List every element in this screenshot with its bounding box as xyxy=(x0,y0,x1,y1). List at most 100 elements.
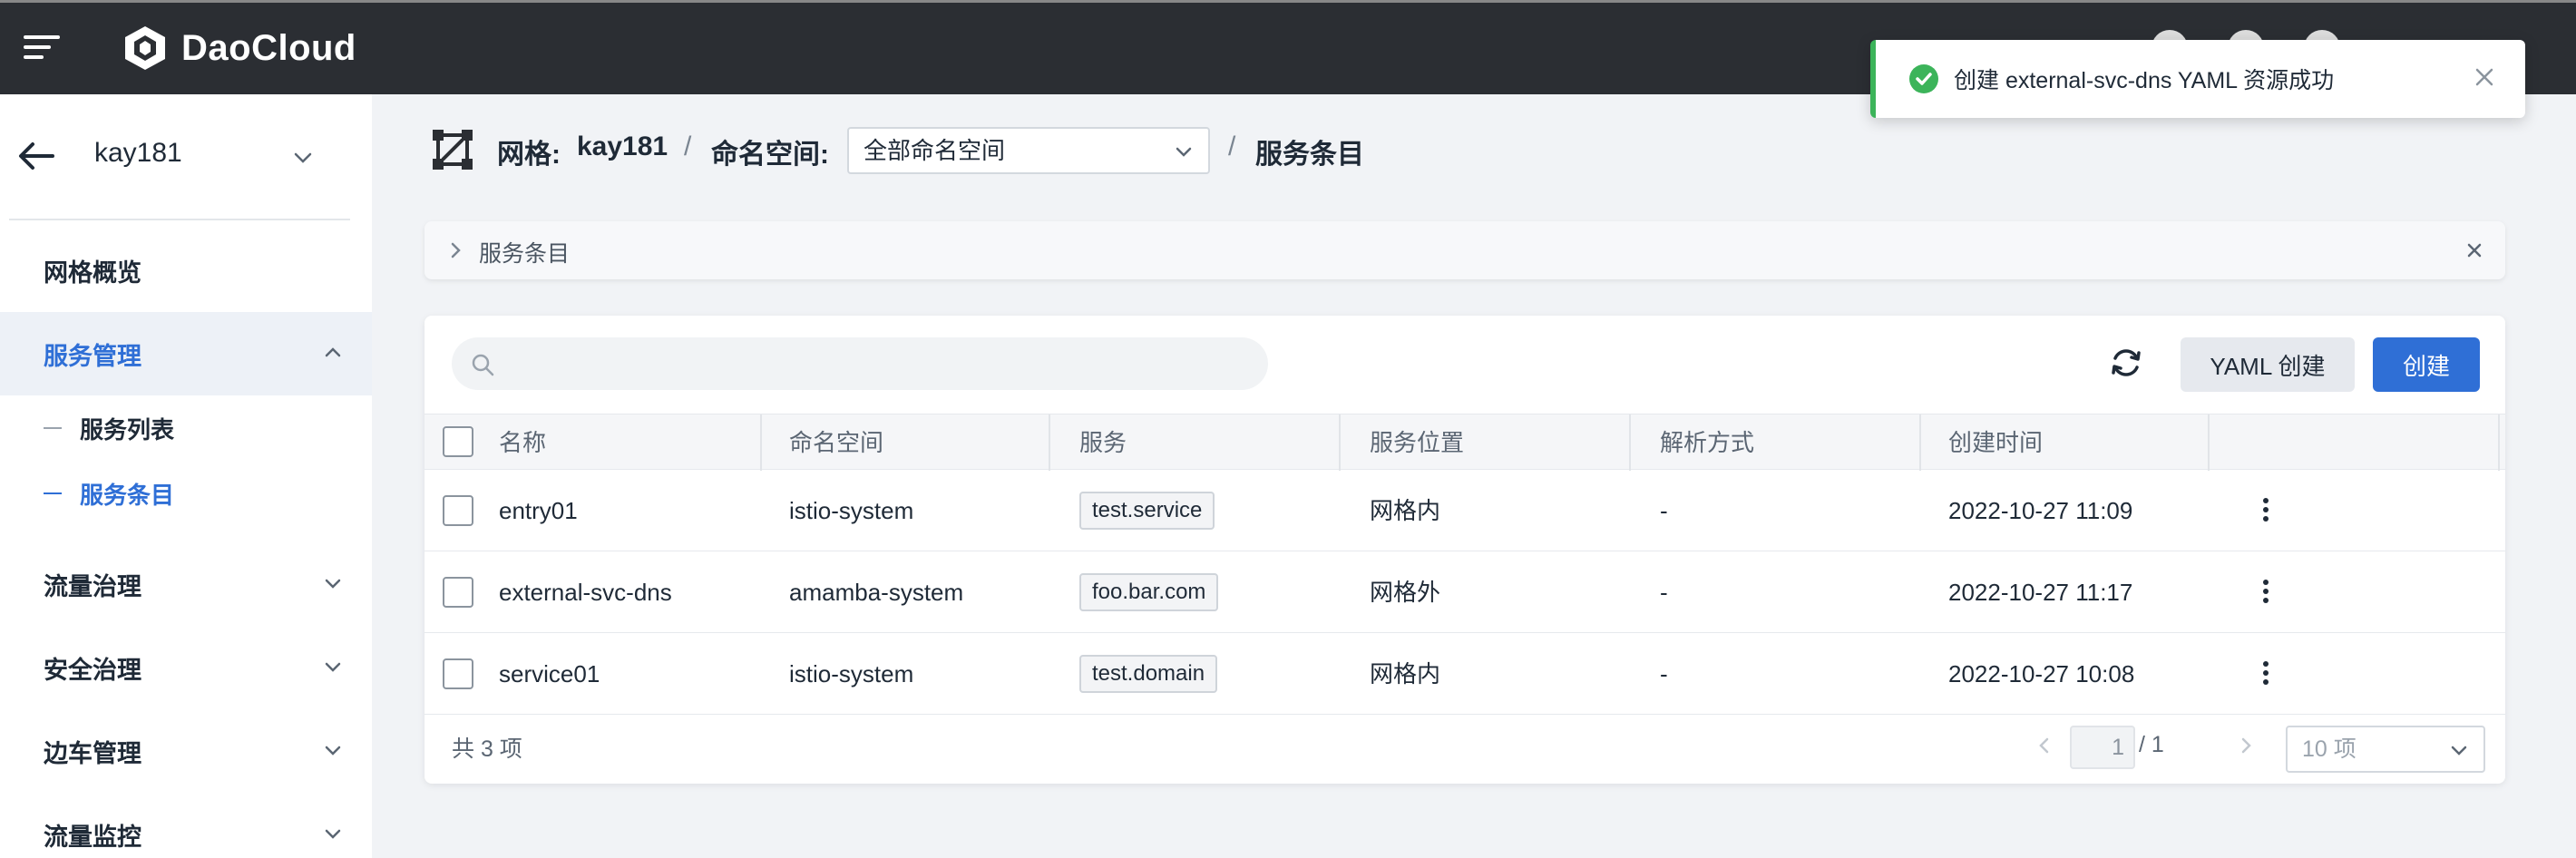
page-total: / 1 xyxy=(2139,732,2164,757)
entry-resolution: - xyxy=(1660,579,1668,606)
chevron-down-icon xyxy=(325,579,341,589)
mesh-label: 网格: xyxy=(497,140,561,170)
sidebar-divider xyxy=(9,219,350,220)
column-header-resolution[interactable]: 解析方式 xyxy=(1660,414,1754,471)
sidebar-item-security-governance[interactable]: 安全治理 xyxy=(0,626,372,709)
column-header-service[interactable]: 服务 xyxy=(1079,414,1127,471)
chevron-right-icon[interactable] xyxy=(444,239,466,261)
chevron-down-icon xyxy=(325,662,341,672)
brand-name: DaoCloud xyxy=(181,27,356,68)
sidebar-item-mesh-overview[interactable]: 网格概览 xyxy=(0,229,372,312)
sidebar-item-label: 服务条目 xyxy=(80,481,175,509)
sidebar-item-label: 网格概览 xyxy=(44,258,141,287)
sidebar-item-label: 边车管理 xyxy=(44,739,141,767)
sidebar: kay181 网格概览 服务管理 服务列表 服务条目 流量治理 安全治理 边车管… xyxy=(0,94,372,858)
service-tag: foo.bar.com xyxy=(1079,573,1219,611)
chevron-up-icon xyxy=(325,347,341,357)
sidebar-item-label: 安全治理 xyxy=(44,656,141,684)
yaml-create-button[interactable]: YAML 创建 xyxy=(2181,337,2355,392)
search-input[interactable] xyxy=(510,345,1235,383)
sidebar-item-service-entries[interactable]: 服务条目 xyxy=(0,461,372,526)
sidebar-item-sidecar-management[interactable]: 边车管理 xyxy=(0,709,372,793)
breadcrumb-separator: / xyxy=(684,132,692,161)
sidebar-item-label: 流量监控 xyxy=(44,823,141,851)
create-button[interactable]: 创建 xyxy=(2373,337,2480,392)
entry-resolution: - xyxy=(1660,660,1668,687)
row-checkbox[interactable] xyxy=(443,577,473,608)
back-arrow-icon[interactable] xyxy=(16,140,56,172)
chevron-down-icon xyxy=(325,746,341,756)
chevron-down-icon xyxy=(2451,746,2467,756)
sidebar-item-service-management[interactable]: 服务管理 xyxy=(0,312,372,395)
entry-namespace: istio-system xyxy=(789,660,914,687)
daocloud-logo-icon xyxy=(125,26,165,70)
service-entry-table-card: YAML 创建 创建 名称 命名空间 服务 服务位置 解析方式 创建时间 ent… xyxy=(424,316,2505,784)
namespace-select-value: 全部命名空间 xyxy=(864,137,1006,164)
chevron-down-icon xyxy=(325,829,341,839)
table-header: 名称 命名空间 服务 服务位置 解析方式 创建时间 xyxy=(424,414,2505,471)
mesh-value[interactable]: kay181 xyxy=(577,132,668,162)
page-size-value: 10 项 xyxy=(2302,736,2356,762)
more-actions-icon[interactable] xyxy=(2259,498,2273,525)
entry-name[interactable]: entry01 xyxy=(499,470,578,551)
sidebar-item-label: 服务管理 xyxy=(44,342,141,370)
table-row: entry01 istio-system test.service 网格内 - … xyxy=(424,470,2505,551)
namespace-select[interactable]: 全部命名空间 xyxy=(847,127,1210,174)
menu-icon[interactable] xyxy=(24,35,60,64)
close-icon[interactable] xyxy=(2464,239,2485,261)
chevron-down-icon[interactable] xyxy=(290,145,316,171)
logo[interactable]: DaoCloud xyxy=(120,23,356,73)
info-banner-label: 服务条目 xyxy=(479,241,571,267)
chevron-left-icon[interactable] xyxy=(2034,735,2055,756)
row-checkbox[interactable] xyxy=(443,495,473,526)
search-icon xyxy=(472,354,494,376)
chevron-down-icon xyxy=(1176,147,1192,157)
info-banner: 服务条目 xyxy=(424,221,2505,279)
entry-name[interactable]: service01 xyxy=(499,633,600,715)
check-circle-icon xyxy=(1909,64,1938,93)
entry-resolution: - xyxy=(1660,497,1668,524)
select-all-checkbox[interactable] xyxy=(443,426,473,457)
column-divider xyxy=(1629,414,1631,471)
entry-namespace: istio-system xyxy=(789,497,914,524)
column-divider xyxy=(1049,414,1050,471)
toast-message: 创建 external-svc-dns YAML 资源成功 xyxy=(1954,68,2335,93)
column-header-location[interactable]: 服务位置 xyxy=(1370,414,1464,471)
row-checkbox[interactable] xyxy=(443,658,473,689)
more-actions-icon[interactable] xyxy=(2259,580,2273,607)
service-tag: test.domain xyxy=(1079,655,1218,693)
entry-created-time: 2022-10-27 11:09 xyxy=(1948,497,2133,524)
namespace-label: 命名空间: xyxy=(711,140,829,170)
column-header-namespace[interactable]: 命名空间 xyxy=(789,414,883,471)
mesh-name[interactable]: kay181 xyxy=(94,138,182,169)
entry-location: 网格外 xyxy=(1370,579,1441,606)
entry-created-time: 2022-10-27 11:17 xyxy=(1948,579,2133,606)
close-icon[interactable] xyxy=(2471,63,2498,91)
breadcrumb-separator: / xyxy=(1228,132,1236,161)
page-number-input[interactable]: 1 xyxy=(2070,726,2135,769)
page-size-select[interactable]: 10 项 xyxy=(2286,726,2485,773)
column-divider xyxy=(2208,414,2210,471)
column-header-name[interactable]: 名称 xyxy=(499,414,546,471)
column-divider xyxy=(1339,414,1341,471)
entry-namespace: amamba-system xyxy=(789,579,964,606)
more-actions-icon[interactable] xyxy=(2259,661,2273,688)
table-row: external-svc-dns amamba-system foo.bar.c… xyxy=(424,551,2505,633)
entry-created-time: 2022-10-27 10:08 xyxy=(1948,660,2135,687)
column-divider xyxy=(2498,414,2500,471)
sidebar-item-label: 服务列表 xyxy=(80,415,175,444)
total-count: 共 3 项 xyxy=(452,736,522,762)
entry-location: 网格内 xyxy=(1370,497,1441,524)
search-box xyxy=(452,337,1268,390)
sidebar-item-traffic-monitoring[interactable]: 流量监控 xyxy=(0,793,372,858)
sidebar-item-service-list[interactable]: 服务列表 xyxy=(0,395,372,461)
column-divider xyxy=(760,414,762,471)
mesh-icon xyxy=(433,130,473,170)
sidebar-item-traffic-governance[interactable]: 流量治理 xyxy=(0,542,372,626)
chevron-right-icon[interactable] xyxy=(2235,735,2257,756)
column-divider xyxy=(1919,414,1921,471)
refresh-icon[interactable] xyxy=(2106,343,2146,383)
column-header-created[interactable]: 创建时间 xyxy=(1948,414,2043,471)
entry-name[interactable]: external-svc-dns xyxy=(499,551,672,633)
page-title: 服务条目 xyxy=(1255,140,1364,170)
